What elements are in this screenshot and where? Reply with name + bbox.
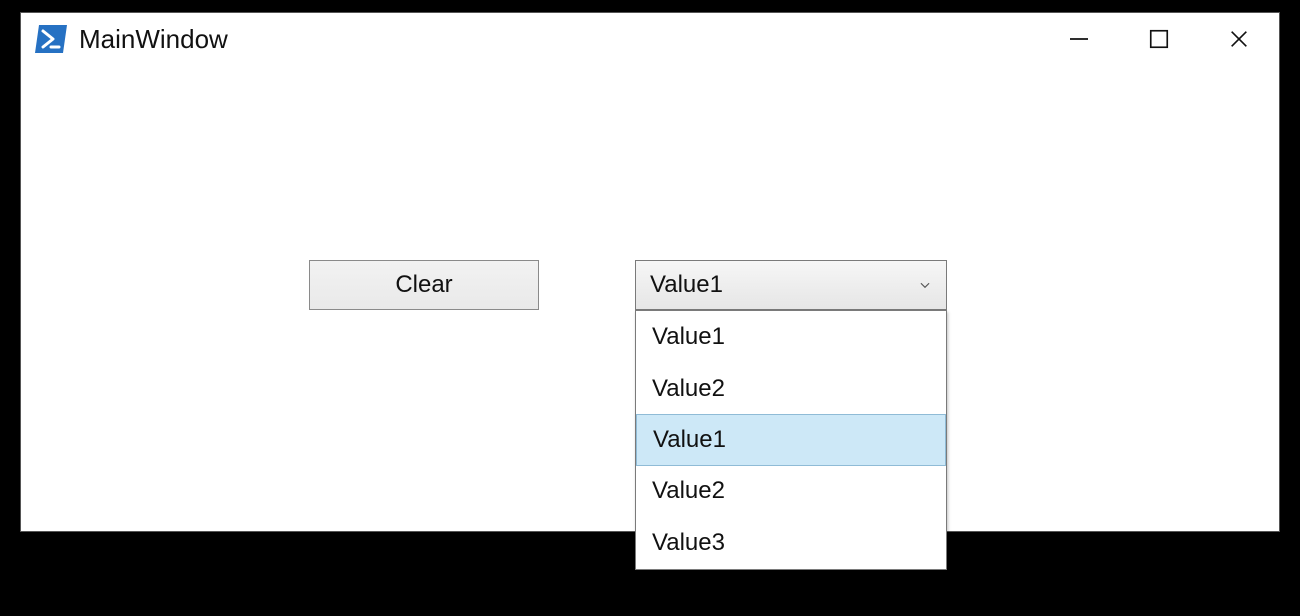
combo-selected-label: Value1 — [650, 271, 723, 299]
combo-box[interactable]: Value1 — [635, 260, 947, 310]
window-title: MainWindow — [79, 24, 1039, 55]
main-window: MainWindow Clear Value1 — [20, 12, 1280, 532]
combo-option[interactable]: Value2 — [636, 363, 946, 415]
combo-option[interactable]: Value1 — [636, 414, 946, 466]
combo-option[interactable]: Value2 — [636, 465, 946, 517]
clear-button[interactable]: Clear — [309, 260, 539, 310]
combo-option[interactable]: Value3 — [636, 517, 946, 569]
client-area: Clear Value1 Value1 Value2 Value1 Value2… — [21, 65, 1279, 531]
titlebar[interactable]: MainWindow — [21, 13, 1279, 65]
window-controls — [1039, 13, 1279, 65]
close-button[interactable] — [1199, 13, 1279, 65]
chevron-down-icon — [918, 271, 932, 299]
maximize-button[interactable] — [1119, 13, 1199, 65]
powershell-icon — [35, 23, 67, 55]
combo-option[interactable]: Value1 — [636, 311, 946, 363]
minimize-button[interactable] — [1039, 13, 1119, 65]
combo-dropdown: Value1 Value2 Value1 Value2 Value3 — [635, 310, 947, 570]
combo-container: Value1 Value1 Value2 Value1 Value2 Value… — [635, 260, 947, 310]
